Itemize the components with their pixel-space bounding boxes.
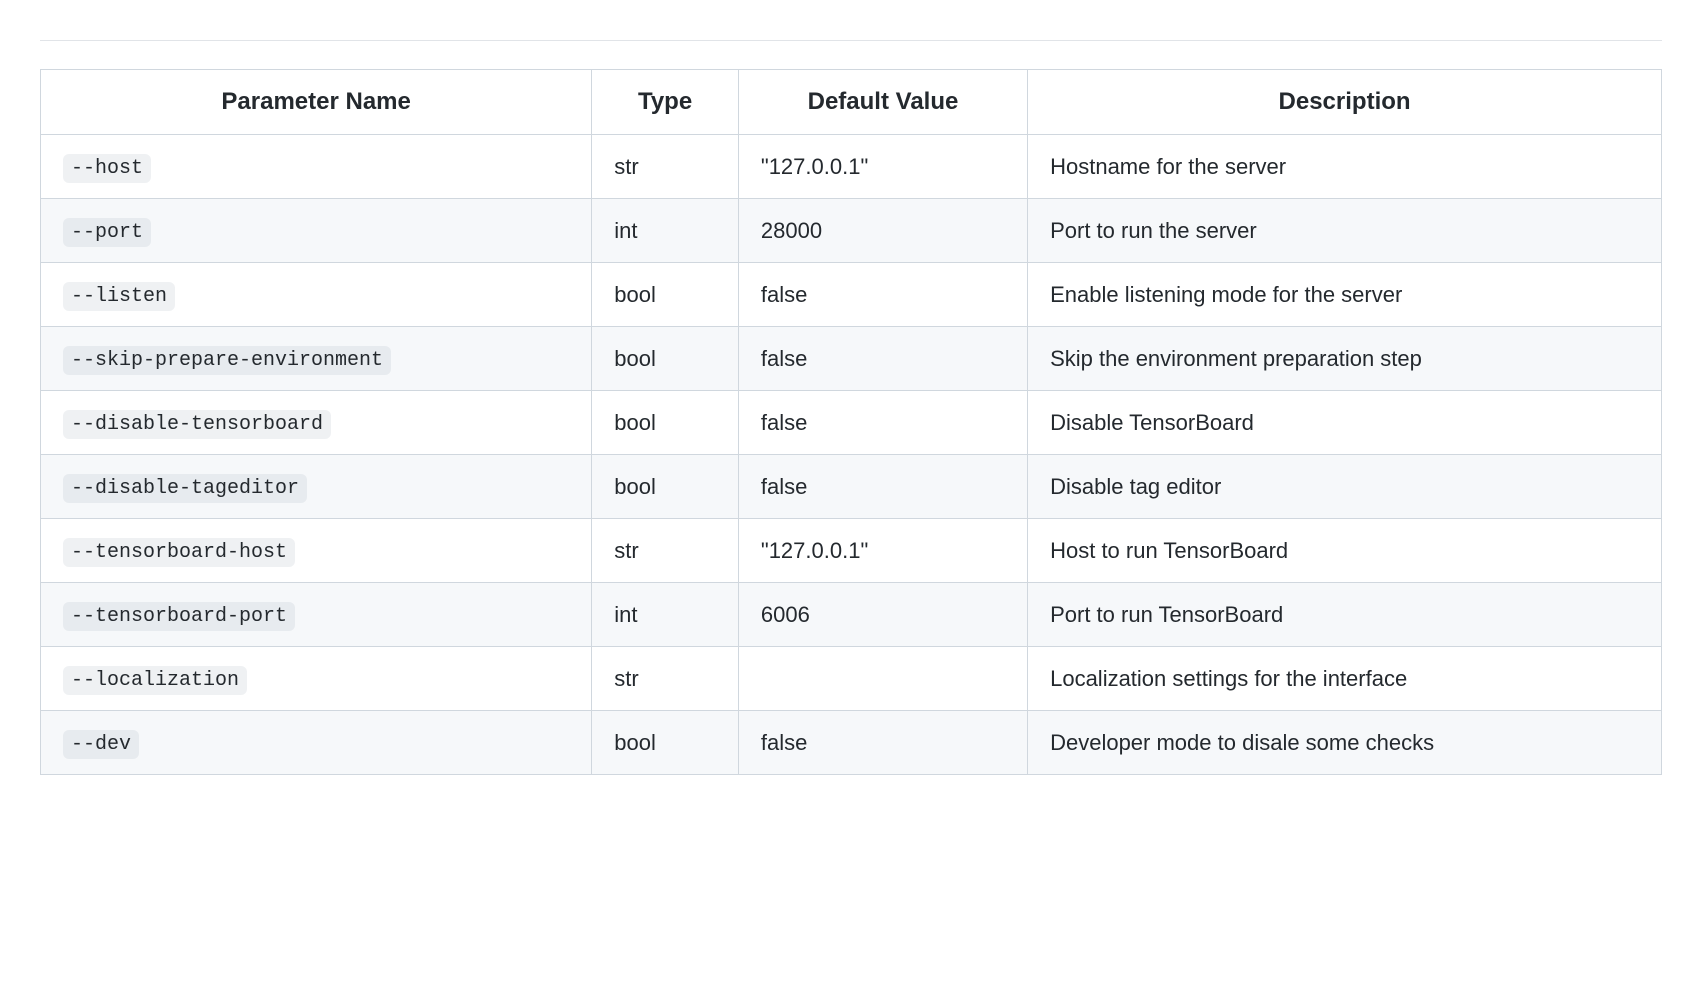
table-row: --tensorboard-port int 6006 Port to run …	[41, 583, 1662, 647]
cell-desc: Developer mode to disale some checks	[1028, 711, 1662, 775]
cell-param: --dev	[41, 711, 592, 775]
param-code: --dev	[63, 730, 139, 759]
cell-desc: Disable tag editor	[1028, 455, 1662, 519]
table-row: --listen bool false Enable listening mod…	[41, 263, 1662, 327]
param-code: --disable-tensorboard	[63, 410, 331, 439]
param-code: --tensorboard-port	[63, 602, 295, 631]
cell-param: --disable-tensorboard	[41, 391, 592, 455]
cell-default: 6006	[738, 583, 1027, 647]
cell-param: --port	[41, 199, 592, 263]
cell-param: --tensorboard-host	[41, 519, 592, 583]
table-row: --dev bool false Developer mode to disal…	[41, 711, 1662, 775]
cell-param: --listen	[41, 263, 592, 327]
cell-desc: Host to run TensorBoard	[1028, 519, 1662, 583]
cell-type: int	[592, 583, 739, 647]
param-code: --localization	[63, 666, 247, 695]
cell-param: --disable-tageditor	[41, 455, 592, 519]
cell-desc: Port to run the server	[1028, 199, 1662, 263]
cell-desc: Hostname for the server	[1028, 135, 1662, 199]
cell-param: --skip-prepare-environment	[41, 327, 592, 391]
param-code: --skip-prepare-environment	[63, 346, 391, 375]
table-row: --disable-tensorboard bool false Disable…	[41, 391, 1662, 455]
cell-type: bool	[592, 327, 739, 391]
cell-default	[738, 647, 1027, 711]
param-code: --tensorboard-host	[63, 538, 295, 567]
param-code: --disable-tageditor	[63, 474, 307, 503]
cell-type: bool	[592, 391, 739, 455]
cell-desc: Skip the environment preparation step	[1028, 327, 1662, 391]
cell-type: str	[592, 647, 739, 711]
cell-type: bool	[592, 711, 739, 775]
cell-default: false	[738, 391, 1027, 455]
cell-default: false	[738, 327, 1027, 391]
table-row: --host str "127.0.0.1" Hostname for the …	[41, 135, 1662, 199]
cell-default: 28000	[738, 199, 1027, 263]
cell-type: bool	[592, 455, 739, 519]
table-header-row: Parameter Name Type Default Value Descri…	[41, 70, 1662, 135]
param-code: --listen	[63, 282, 175, 311]
header-default-value: Default Value	[738, 70, 1027, 135]
param-code: --host	[63, 154, 151, 183]
table-row: --tensorboard-host str "127.0.0.1" Host …	[41, 519, 1662, 583]
cell-param: --host	[41, 135, 592, 199]
param-code: --port	[63, 218, 151, 247]
cell-default: false	[738, 263, 1027, 327]
cell-desc: Port to run TensorBoard	[1028, 583, 1662, 647]
header-parameter-name: Parameter Name	[41, 70, 592, 135]
header-type: Type	[592, 70, 739, 135]
cell-type: int	[592, 199, 739, 263]
header-description: Description	[1028, 70, 1662, 135]
table-row: --skip-prepare-environment bool false Sk…	[41, 327, 1662, 391]
cell-default: false	[738, 455, 1027, 519]
cell-desc: Enable listening mode for the server	[1028, 263, 1662, 327]
cell-type: bool	[592, 263, 739, 327]
table-row: --localization str Localization settings…	[41, 647, 1662, 711]
parameters-table: Parameter Name Type Default Value Descri…	[40, 69, 1662, 775]
cell-default: false	[738, 711, 1027, 775]
table-row: --port int 28000 Port to run the server	[41, 199, 1662, 263]
top-divider	[40, 40, 1662, 41]
cell-desc: Disable TensorBoard	[1028, 391, 1662, 455]
cell-param: --tensorboard-port	[41, 583, 592, 647]
cell-default: "127.0.0.1"	[738, 135, 1027, 199]
cell-default: "127.0.0.1"	[738, 519, 1027, 583]
cell-param: --localization	[41, 647, 592, 711]
table-row: --disable-tageditor bool false Disable t…	[41, 455, 1662, 519]
cell-type: str	[592, 135, 739, 199]
cell-desc: Localization settings for the interface	[1028, 647, 1662, 711]
cell-type: str	[592, 519, 739, 583]
